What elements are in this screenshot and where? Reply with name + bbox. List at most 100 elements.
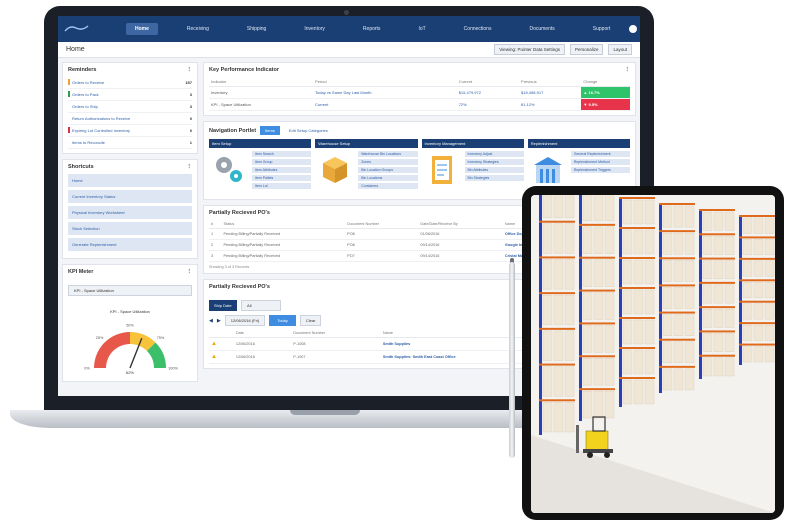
- nav-item-receiving[interactable]: Receiving: [178, 23, 218, 35]
- nav-card-link[interactable]: Bin Location Groups: [358, 167, 418, 173]
- nav-item-home[interactable]: Home: [126, 23, 158, 35]
- ship-date-button[interactable]: Ship Date: [209, 300, 237, 311]
- pallet-box: [673, 341, 684, 364]
- kpi-current[interactable]: $15,479,972: [456, 86, 520, 99]
- kpi-previous[interactable]: $18,458,917: [519, 86, 582, 99]
- tab-items[interactable]: Items: [260, 126, 280, 135]
- more-icon[interactable]: ⋮: [625, 67, 631, 73]
- kpi-period[interactable]: Today vs Same Day Last Month: [313, 86, 457, 99]
- reminder-item[interactable]: Orders to Ship 3: [68, 101, 192, 113]
- nav-card-link[interactable]: Replenishment Method: [570, 159, 630, 165]
- kpi-indicator: Inventory: [209, 86, 314, 99]
- nav-card-link[interactable]: Item Search: [252, 151, 312, 157]
- shortcut-item[interactable]: Stock Selection: [68, 222, 192, 235]
- kpi-current[interactable]: 72%: [456, 98, 520, 111]
- reminder-item[interactable]: Items to Reconcile 1: [68, 137, 192, 149]
- pallet-box: [662, 260, 673, 282]
- pallet-box: [753, 346, 764, 363]
- brand-logo[interactable]: [64, 25, 90, 33]
- reminder-marker: [68, 127, 70, 133]
- kpi-meter-select[interactable]: KPI - Space Utilization: [68, 285, 192, 296]
- pallet-box: [542, 402, 553, 433]
- nav-card-link[interactable]: Warehouse Bin Locations: [358, 151, 418, 157]
- pallet-box: [713, 211, 724, 231]
- more-icon[interactable]: ⋮: [187, 269, 193, 275]
- today-button[interactable]: Today: [269, 315, 296, 326]
- next-icon[interactable]: ▶: [217, 318, 221, 324]
- tab-edit-setup[interactable]: Edit Setup Categories: [284, 126, 333, 135]
- kpi-previous[interactable]: 81.12%: [519, 98, 582, 111]
- top-navbar: Home Receiving Shipping Inventory Reports IoT…: [58, 16, 640, 42]
- pallet-box: [622, 259, 633, 285]
- nav-card-header: Inventory Management: [421, 139, 524, 148]
- nav-card-link[interactable]: General Replenishment: [570, 151, 630, 157]
- more-icon[interactable]: ⋮: [187, 67, 193, 73]
- nav-card-link[interactable]: Bin Strategies: [464, 175, 524, 181]
- nav-card: Item Setup Item Search Item Group Item Att…: [209, 139, 312, 195]
- nav-right: johndoe ♦ ⚙: [629, 25, 640, 33]
- nav-card: Warehouse Setup Warehouse Bin Locations Z…: [315, 139, 418, 195]
- pallet-box: [622, 229, 633, 255]
- pallet-box: [604, 195, 615, 222]
- nav-card-link[interactable]: Replenishment Triggers: [570, 167, 630, 173]
- user-avatar[interactable]: [629, 25, 638, 33]
- nav-card-link[interactable]: Bin Attributes: [464, 167, 524, 173]
- kpi-meter-title: KPI Meter: [68, 269, 94, 275]
- pallet-box: [593, 325, 604, 353]
- nav-item-reports[interactable]: Reports: [354, 23, 390, 35]
- pallet-box: [702, 357, 713, 377]
- nav-item-support[interactable]: Support: [584, 23, 620, 35]
- viewing-select[interactable]: Viewing: Pointer Data Settings: [494, 44, 565, 55]
- shortcut-item[interactable]: Physical Inventory Worksheet: [68, 206, 192, 219]
- prev-icon[interactable]: ◀: [209, 318, 213, 324]
- shortcut-item[interactable]: Home: [68, 174, 192, 187]
- nav-item-shipping[interactable]: Shipping: [238, 23, 275, 35]
- pallet-box: [684, 314, 695, 336]
- row-number: 3: [209, 250, 222, 262]
- pallet-box: [582, 390, 593, 419]
- pallet-box: [633, 229, 644, 255]
- pallet-box: [662, 232, 673, 255]
- nav-item-inventory[interactable]: Inventory: [295, 23, 334, 35]
- reminder-label: Expiring Lot Controlled Inventory: [72, 128, 131, 133]
- rack-beam: [739, 236, 775, 239]
- reminder-item[interactable]: Return Authorizations to Receive 0: [68, 113, 192, 125]
- nav-item-connections[interactable]: Connections: [455, 23, 501, 35]
- pallet-box: [604, 390, 615, 419]
- pallet-box: [662, 341, 673, 364]
- more-icon[interactable]: ⋮: [187, 164, 193, 170]
- layout-button[interactable]: Layout: [608, 44, 632, 55]
- nav-card-link[interactable]: Inventory Strategies: [464, 159, 524, 165]
- ship-date-select[interactable]: All: [241, 300, 282, 311]
- pallet-box: [542, 223, 553, 254]
- nav-card-link[interactable]: Bin Locations: [358, 175, 418, 181]
- nav-card-link[interactable]: Item Attributes: [252, 167, 312, 173]
- shortcut-item[interactable]: Current Inventory Status: [68, 190, 192, 203]
- pallet-box: [684, 260, 695, 282]
- nav-card-link[interactable]: Inventory Adjust: [464, 151, 524, 157]
- pallet-box: [644, 229, 655, 255]
- kpi-period[interactable]: Current: [313, 98, 457, 111]
- row-date: 12/06/2016: [233, 337, 292, 351]
- nav-card-link[interactable]: Containers: [358, 183, 418, 189]
- nav-card-link[interactable]: Item Pallets: [252, 175, 312, 181]
- personalize-button[interactable]: Personalize: [569, 44, 604, 55]
- reminder-item[interactable]: Orders to Pack 3: [68, 89, 192, 101]
- nav-item-iot[interactable]: IoT: [409, 23, 434, 35]
- date-input[interactable]: 12/06/2016 (Fri): [224, 315, 266, 326]
- rack-beam: [659, 203, 695, 205]
- pallet-box: [622, 319, 633, 345]
- nav-card-link[interactable]: Zones: [358, 159, 418, 165]
- clear-button[interactable]: Clear: [299, 315, 322, 326]
- shortcut-item[interactable]: Generate Replenishment: [68, 238, 192, 251]
- reminder-item[interactable]: Orders to Receive 157: [68, 77, 192, 89]
- nav-card-link[interactable]: Item Lot: [252, 183, 312, 189]
- pallet-box: [593, 292, 604, 320]
- nav-item-documents[interactable]: Documents: [520, 23, 563, 35]
- pallet-box: [724, 357, 735, 377]
- reminder-item[interactable]: Expiring Lot Controlled Inventory 0: [68, 125, 192, 137]
- rack-beam: [659, 311, 695, 314]
- nav-card-link[interactable]: Item Group: [252, 159, 312, 165]
- rack-beam: [619, 377, 655, 379]
- kpi-change: ▲ 16.7%: [581, 86, 630, 99]
